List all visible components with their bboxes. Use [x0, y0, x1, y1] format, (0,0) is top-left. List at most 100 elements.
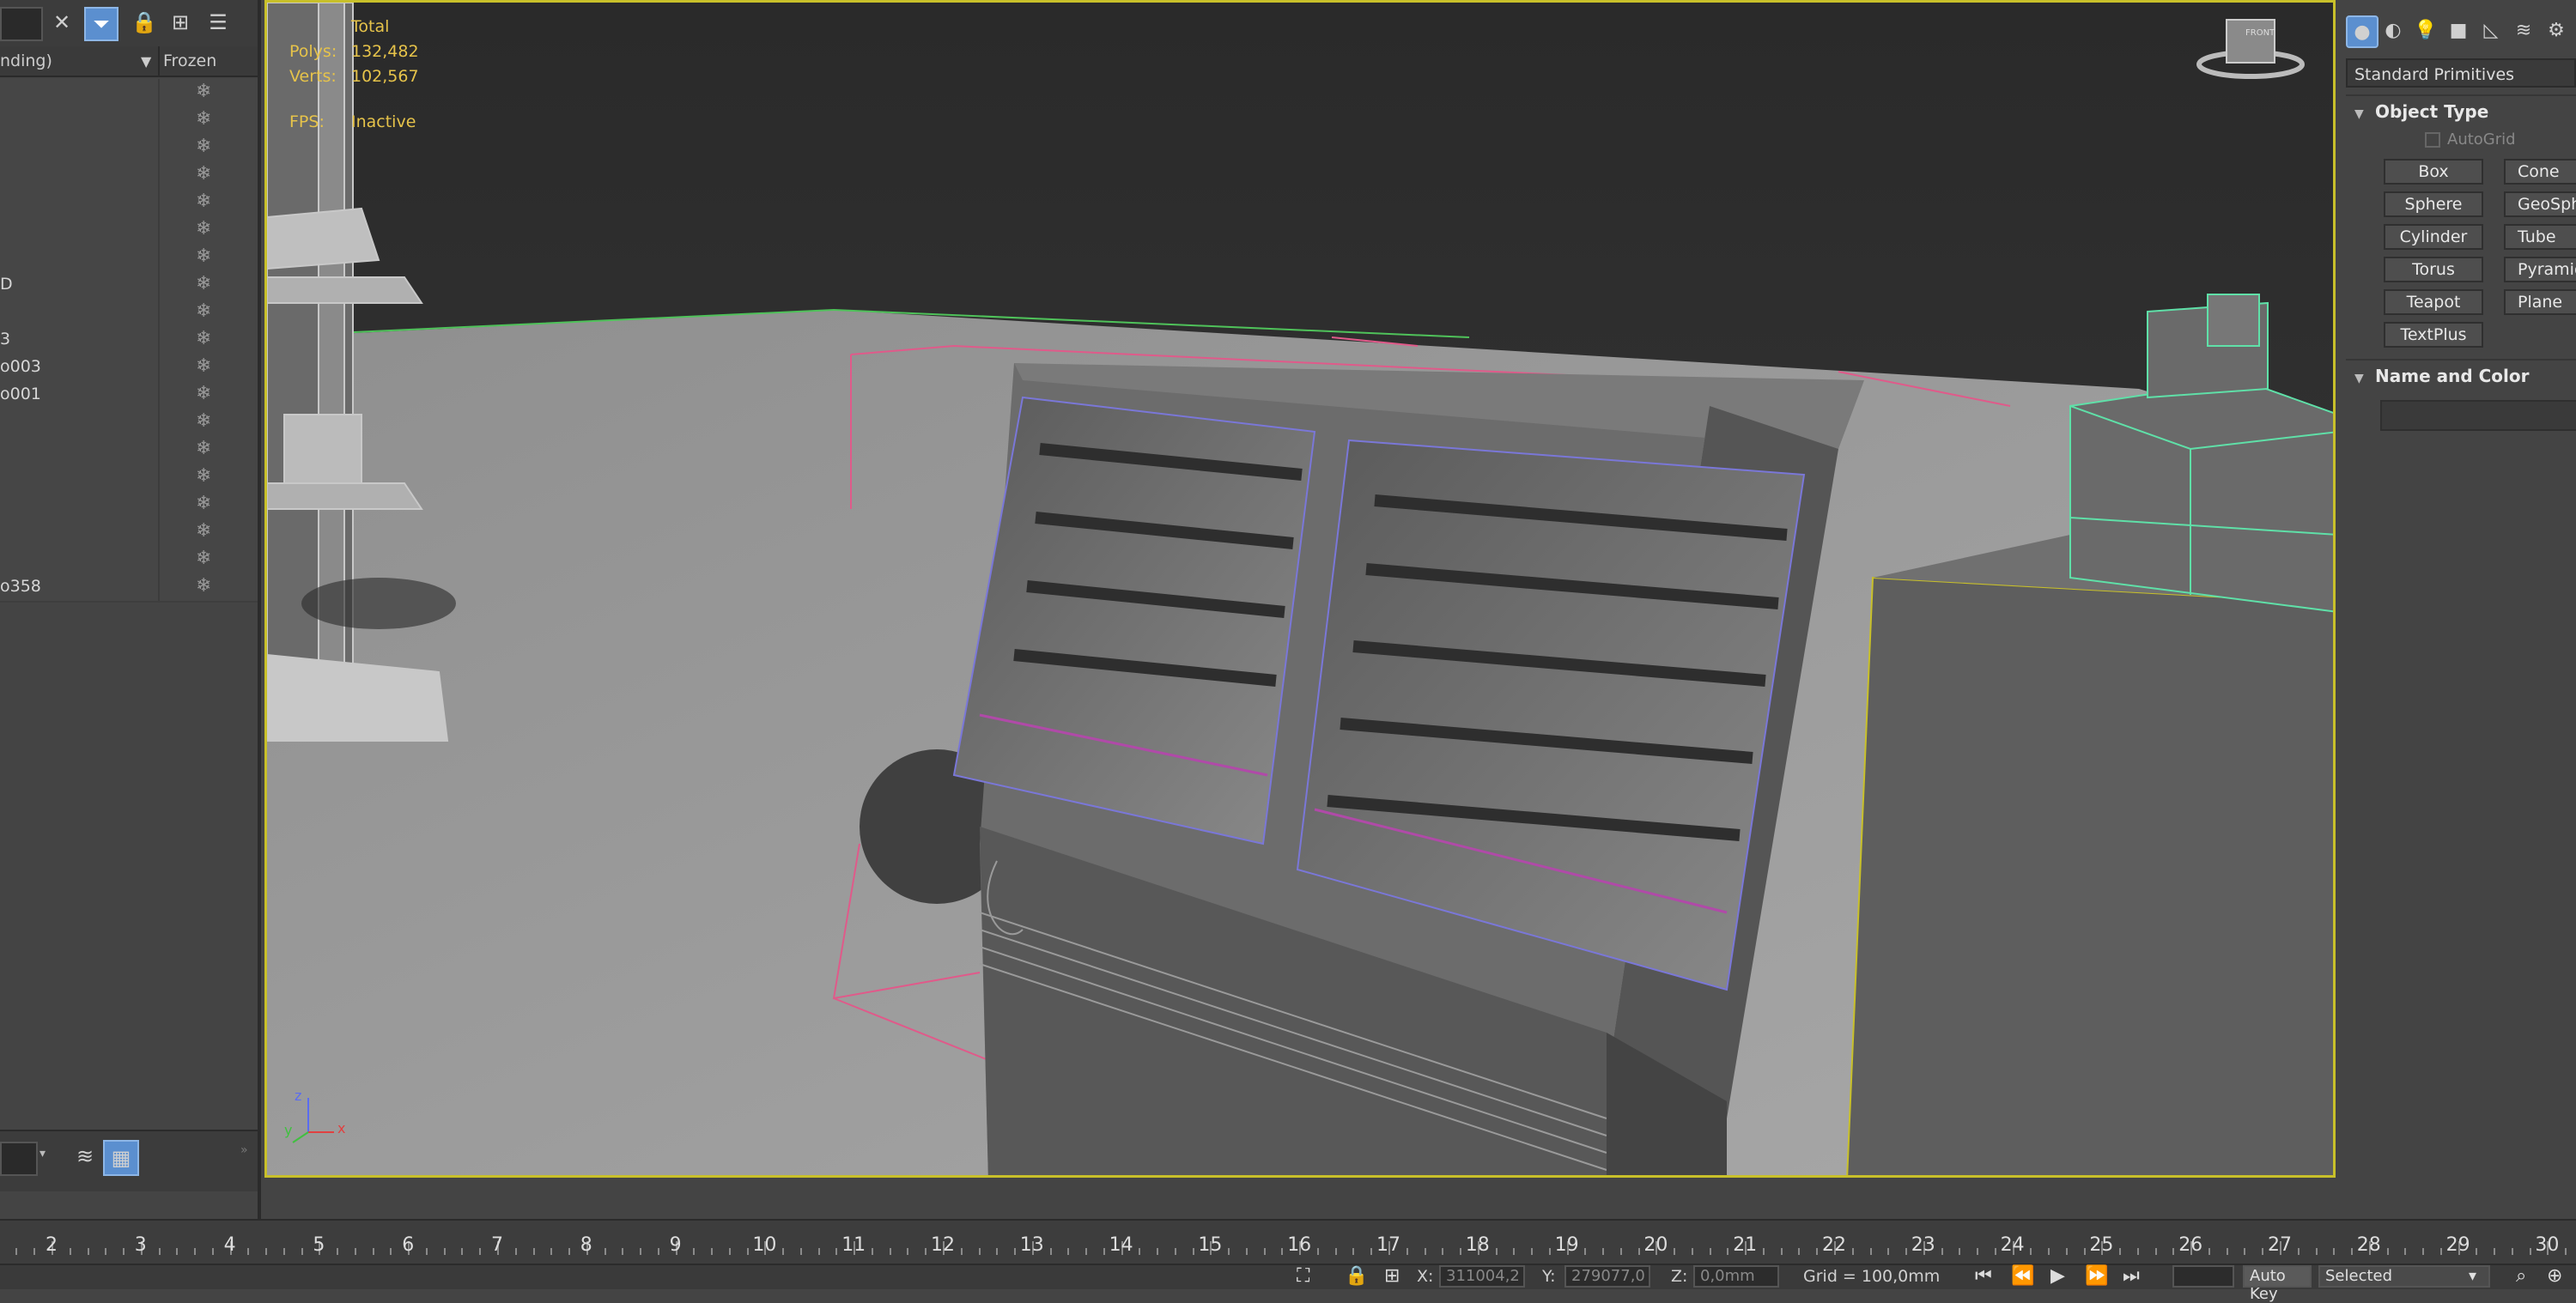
primitive-button-pyramid[interactable]: Pyramid — [2504, 257, 2576, 282]
frozen-column-header[interactable]: Frozen — [163, 52, 216, 70]
explorer-row[interactable]: ❄ — [0, 546, 258, 575]
lights-icon[interactable]: 💡 — [2411, 15, 2440, 45]
go-to-start-icon[interactable]: ⏮ — [1975, 1265, 1992, 1287]
frozen-toggle-icon[interactable]: ❄ — [196, 575, 211, 597]
previous-frame-icon[interactable]: ⏪ — [2011, 1265, 2034, 1287]
lock-selection-icon[interactable]: 🔒 — [1345, 1265, 1368, 1287]
explorer-row[interactable]: ❄ — [0, 518, 258, 548]
lock-icon[interactable]: 🔒 — [129, 7, 160, 38]
key-filter-dropdown[interactable]: Selected ▾ — [2318, 1265, 2490, 1288]
hierarchy-icon[interactable]: ⊞ — [165, 7, 196, 38]
frozen-toggle-icon[interactable]: ❄ — [196, 163, 211, 185]
explorer-row[interactable]: ❄ — [0, 244, 258, 273]
frozen-toggle-icon[interactable]: ❄ — [196, 383, 211, 404]
play-icon[interactable]: ▶ — [2050, 1265, 2065, 1287]
frozen-toggle-icon[interactable]: ❄ — [196, 218, 211, 239]
frozen-toggle-icon[interactable]: ❄ — [196, 355, 211, 377]
y-coord-field[interactable]: 279077,0 — [1564, 1265, 1650, 1288]
primitive-button-tube[interactable]: Tube — [2504, 224, 2576, 250]
space-warps-icon[interactable]: ≋ — [2509, 15, 2538, 45]
frozen-toggle-icon[interactable]: ❄ — [196, 81, 211, 102]
name-column-header[interactable]: nding) — [0, 52, 52, 70]
explorer-toolbar: ✕ ⏷ 🔒 ⊞ ☰ — [0, 0, 258, 46]
x-coord-field[interactable]: 311004,2 — [1439, 1265, 1525, 1288]
explorer-row[interactable]: ❄ — [0, 491, 258, 520]
systems-icon[interactable]: ⚙ — [2542, 15, 2571, 45]
primitive-button-plane[interactable]: Plane — [2504, 289, 2576, 315]
timeline-frame-label: 3 — [134, 1234, 147, 1256]
explorer-row[interactable]: ❄ — [0, 464, 258, 493]
frozen-toggle-icon[interactable]: ❄ — [196, 328, 211, 349]
frozen-toggle-icon[interactable]: ❄ — [196, 300, 211, 322]
layers-icon[interactable]: ≋ — [69, 1140, 101, 1173]
frozen-toggle-icon[interactable]: ❄ — [196, 273, 211, 294]
layer-tree-icon[interactable]: ☰ — [203, 7, 234, 38]
autogrid-checkbox[interactable]: AutoGrid — [2425, 130, 2516, 148]
auto-key-button[interactable]: Auto Key — [2243, 1265, 2312, 1303]
geometry-icon[interactable]: ● — [2346, 15, 2379, 48]
primitive-button-cylinder[interactable]: Cylinder — [2384, 224, 2483, 250]
explorer-row[interactable]: ❄ — [0, 436, 258, 465]
filter-icon[interactable]: ⏷ — [84, 7, 118, 41]
explorer-row[interactable]: ❄ — [0, 299, 258, 328]
perspective-viewport[interactable]: Total Polys: 132,482 Verts: 102,567 FPS: In… — [264, 0, 2336, 1178]
explorer-row[interactable]: o001 ❄ — [0, 381, 258, 410]
z-coord-field[interactable]: 0,0mm — [1693, 1265, 1779, 1288]
chevron-down-icon[interactable]: ▾ — [39, 1147, 46, 1161]
explorer-row[interactable]: ❄ — [0, 409, 258, 438]
explorer-search-input[interactable] — [0, 7, 43, 41]
cameras-icon[interactable]: ■ — [2444, 15, 2473, 45]
command-panel-tabs: ● ◐ 💡 ■ ◺ ≋ ⚙ — [2339, 12, 2576, 50]
object-type-rollout[interactable]: ▼ Object Type — [2346, 94, 2576, 127]
primitive-button-sphere[interactable]: Sphere — [2384, 191, 2483, 217]
frozen-toggle-icon[interactable]: ❄ — [196, 520, 211, 542]
primitive-button-teapot[interactable]: Teapot — [2384, 289, 2483, 315]
timeline-frame-label: 4 — [223, 1234, 236, 1256]
search-icon[interactable]: ⌕ — [2516, 1265, 2526, 1287]
go-to-end-icon[interactable]: ⏭ — [2123, 1265, 2140, 1287]
primitive-button-torus[interactable]: Torus — [2384, 257, 2483, 282]
explorer-row[interactable]: o003 ❄ — [0, 354, 258, 383]
explorer-row[interactable]: D ❄ — [0, 271, 258, 300]
timeline-frame-label: 17 — [1376, 1234, 1400, 1256]
explorer-row[interactable]: ❄ — [0, 134, 258, 163]
current-frame-field[interactable] — [2172, 1265, 2234, 1288]
close-icon[interactable]: ✕ — [46, 7, 77, 38]
isolate-icon[interactable]: ⛶ — [1297, 1265, 1309, 1287]
explorer-row[interactable]: ❄ — [0, 189, 258, 218]
explorer-row[interactable]: 3 ❄ — [0, 326, 258, 355]
helpers-icon[interactable]: ◺ — [2476, 15, 2506, 45]
frozen-toggle-icon[interactable]: ❄ — [196, 438, 211, 459]
explorer-row[interactable]: ❄ — [0, 79, 258, 108]
frozen-toggle-icon[interactable]: ❄ — [196, 410, 211, 432]
viewport-nav-icon[interactable]: ⊕ — [2547, 1265, 2562, 1287]
expand-icon[interactable]: » — [240, 1143, 248, 1157]
object-name-input[interactable] — [2380, 400, 2576, 431]
shapes-icon[interactable]: ◐ — [2379, 15, 2408, 45]
explorer-row[interactable]: o358 ❄ — [0, 573, 258, 603]
primitive-button-textplus[interactable]: TextPlus — [2384, 322, 2483, 348]
object-name: 3 — [0, 330, 11, 348]
frozen-toggle-icon[interactable]: ❄ — [196, 465, 211, 487]
primitive-button-cone[interactable]: Cone — [2504, 159, 2576, 185]
absolute-mode-icon[interactable]: ⊞ — [1384, 1265, 1400, 1287]
timeline-ruler[interactable]: 2 3 4 5 6 7 8 9 10 11 12 13 14 15 16 17 18 19 20 21 22 23 24 25… — [0, 1219, 2576, 1265]
explorer-row[interactable]: ❄ — [0, 106, 258, 136]
frozen-toggle-icon[interactable]: ❄ — [196, 136, 211, 157]
primitive-category-dropdown[interactable]: Standard Primitives — [2346, 58, 2576, 88]
frozen-toggle-icon[interactable]: ❄ — [196, 548, 211, 569]
frozen-toggle-icon[interactable]: ❄ — [196, 108, 211, 130]
timeline-frame-label: 15 — [1198, 1234, 1223, 1256]
explorer-row[interactable]: ❄ — [0, 216, 258, 245]
layer-dropdown[interactable] — [0, 1142, 38, 1176]
sort-by-hierarchy-icon[interactable]: ▦ — [103, 1140, 139, 1176]
primitive-button-geosphere[interactable]: GeoSphere — [2504, 191, 2576, 217]
timeline-frame-label: 23 — [1911, 1234, 1935, 1256]
name-and-color-rollout[interactable]: ▼ Name and Color — [2346, 359, 2576, 391]
explorer-row[interactable]: ❄ — [0, 161, 258, 191]
frozen-toggle-icon[interactable]: ❄ — [196, 493, 211, 514]
next-frame-icon[interactable]: ⏩ — [2085, 1265, 2108, 1287]
frozen-toggle-icon[interactable]: ❄ — [196, 191, 211, 212]
primitive-button-box[interactable]: Box — [2384, 159, 2483, 185]
frozen-toggle-icon[interactable]: ❄ — [196, 245, 211, 267]
